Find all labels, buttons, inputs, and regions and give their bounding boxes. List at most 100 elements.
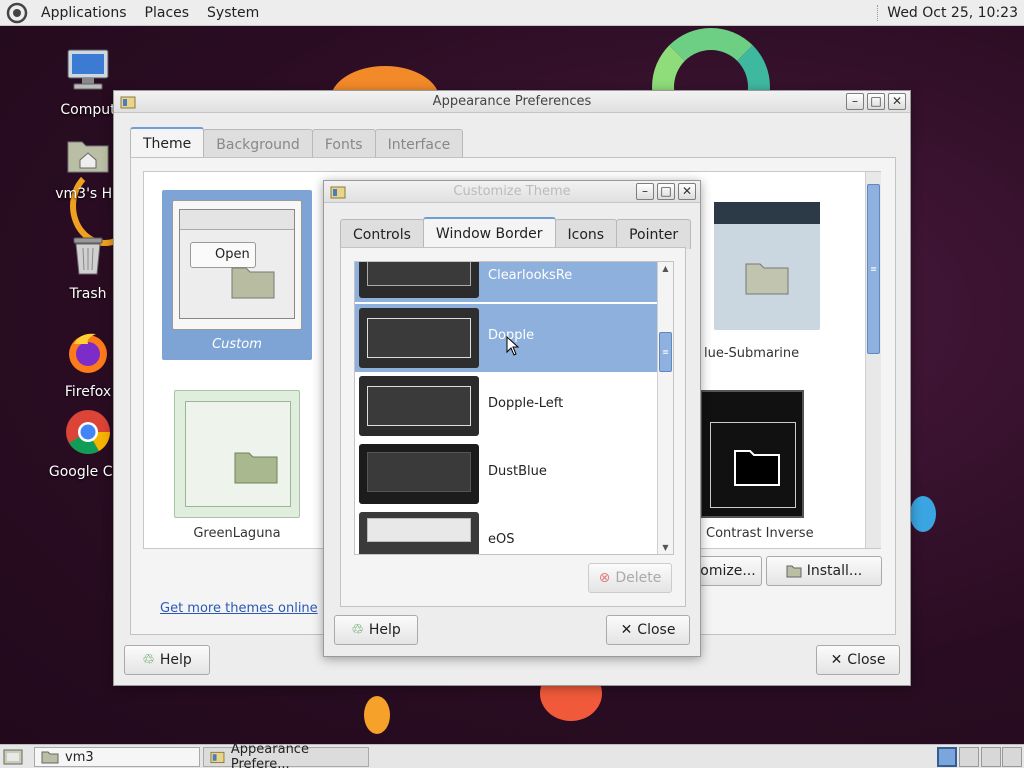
customize-button[interactable]: omize... [694,556,762,586]
close-icon: ✕ [620,622,633,638]
close-button[interactable]: ✕ Close [606,615,690,645]
close-label: Close [847,652,886,668]
install-button[interactable]: Install... [766,556,882,586]
folder-icon [231,267,275,299]
tab-window-border[interactable]: Window Border [422,217,556,249]
workspace-3[interactable] [981,747,1001,767]
dialog-title: Customize Theme [453,184,571,199]
close-window-button[interactable]: ✕ [678,183,696,200]
window-border-list: ClearlooksRe Dopple Dopple-Left DustBlue… [354,261,674,555]
folder-icon [734,450,780,486]
wallpaper-drop-bottom [364,696,390,734]
close-icon: ✕ [830,652,843,668]
border-item-clearlooksre[interactable]: ClearlooksRe [355,262,657,302]
taskbar-item-files[interactable]: vm3 [34,747,200,767]
folder-icon [234,452,278,484]
close-label: Close [637,622,676,638]
distro-logo-icon[interactable] [6,2,28,24]
home-folder-icon [67,141,109,173]
close-window-button[interactable]: ✕ [888,93,906,110]
tab-controls[interactable]: Controls [340,219,424,249]
workspace-2[interactable] [959,747,979,767]
home-folder-icon [41,751,59,764]
theme-preview [174,390,300,518]
theme-item-greenlaguna[interactable]: GreenLaguna [162,390,312,550]
delete-button[interactable]: ⊗ Delete [588,563,672,593]
border-name: eOS [488,532,515,547]
menu-places[interactable]: Places [136,5,199,21]
titlebar[interactable]: Customize Theme – □ ✕ [324,181,700,203]
maximize-button[interactable]: □ [657,183,675,200]
appearance-tabs: Theme Background Fonts Interface [130,127,464,159]
theme-grid-scrollbar[interactable]: ≡ [865,172,881,548]
help-button[interactable]: ♲ Help [334,615,418,645]
taskbar-label: Appearance Prefere... [230,742,309,768]
border-preview [359,512,479,554]
tab-background[interactable]: Background [203,129,313,159]
border-name: DustBlue [488,464,547,479]
menu-system[interactable]: System [198,5,268,21]
mouse-cursor-icon [506,336,520,356]
border-list-scrollbar[interactable]: ▲ ≡ ▼ [657,262,673,554]
customize-label: omize... [700,563,756,579]
border-preview [359,262,479,298]
get-more-themes-link[interactable]: Get more themes online [160,601,318,616]
scrollbar-thumb[interactable]: ≡ [659,332,672,372]
clock[interactable]: Wed Oct 25, 10:23 [877,0,1018,26]
theme-preview [700,390,804,518]
appearance-app-icon [330,186,346,199]
theme-preview [714,202,820,330]
show-desktop-icon[interactable] [3,748,23,766]
border-preview [359,444,479,504]
theme-name: GreenLaguna [193,526,281,541]
theme-name: Custom [212,337,262,352]
tab-icons[interactable]: Icons [554,219,618,249]
border-name: ClearlooksRe [488,268,573,283]
scroll-up-arrow[interactable]: ▲ [658,264,673,273]
top-panel: Applications Places System Wed Oct 25, 1… [0,0,1024,26]
help-button[interactable]: ♲ Help [124,645,210,675]
theme-item-contrast-inverse[interactable]: Contrast Inverse [700,390,870,550]
firefox-icon [69,333,107,373]
help-label: Help [368,622,401,638]
workspace-1[interactable] [937,747,957,767]
border-preview [359,308,479,368]
customize-theme-dialog: Customize Theme – □ ✕ Controls Window Bo… [323,180,701,657]
computer-icon [67,49,109,90]
window-title: Appearance Preferences [432,94,592,109]
taskbar-label: vm3 [65,749,94,765]
chrome-icon [66,410,110,454]
close-button[interactable]: ✕ Close [816,645,900,675]
scroll-down-arrow[interactable]: ▼ [658,543,673,552]
theme-preview: Open [172,200,302,330]
tab-fonts[interactable]: Fonts [311,129,376,159]
help-icon: ♲ [351,622,364,638]
install-label: Install... [806,563,863,579]
folder-icon [745,263,789,295]
wallpaper-drop-right [910,496,936,532]
theme-item-blue-submarine[interactable]: lue-Submarine [704,202,854,362]
customize-tabs: Controls Window Border Icons Pointer [340,217,692,249]
border-preview [359,376,479,436]
appearance-app-icon [120,96,136,109]
workspace-4[interactable] [1002,747,1022,767]
border-item-eos[interactable]: eOS [355,508,657,554]
appearance-app-icon [210,751,225,764]
minimize-button[interactable]: – [846,93,864,110]
tab-interface[interactable]: Interface [374,129,464,159]
clock-text: Wed Oct 25, 10:23 [887,5,1018,21]
minimize-button[interactable]: – [636,183,654,200]
delete-label: Delete [615,570,662,586]
theme-name: lue-Submarine [704,346,800,361]
taskbar-item-appearance[interactable]: Appearance Prefere... [203,742,369,768]
scrollbar-thumb[interactable]: ≡ [867,184,880,354]
titlebar[interactable]: Appearance Preferences – □ ✕ [114,91,910,113]
tab-theme[interactable]: Theme [130,127,205,159]
border-item-dustblue[interactable]: DustBlue [355,440,657,508]
menu-applications[interactable]: Applications [32,5,136,21]
trash-icon [73,237,103,275]
border-item-dopple-left[interactable]: Dopple-Left [355,372,657,440]
theme-item-custom[interactable]: Open Custom [162,190,312,360]
tab-pointer[interactable]: Pointer [616,219,692,249]
maximize-button[interactable]: □ [867,93,885,110]
